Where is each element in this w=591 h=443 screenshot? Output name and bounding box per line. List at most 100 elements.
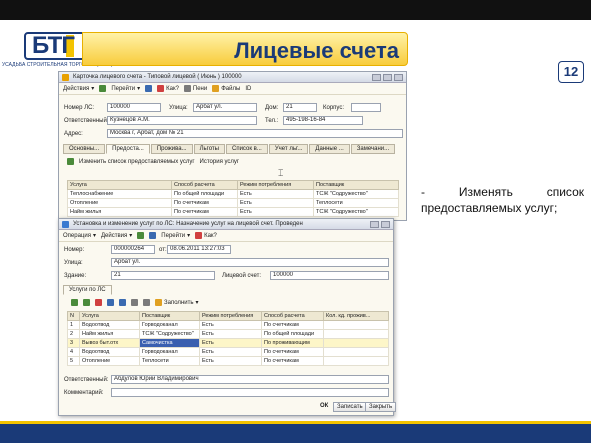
phone-label: Тел.: bbox=[265, 118, 279, 124]
sort-desc-icon[interactable] bbox=[143, 299, 150, 306]
column-header[interactable]: Кол. кд. прожив... bbox=[323, 311, 389, 321]
add-icon[interactable] bbox=[99, 85, 107, 92]
column-header[interactable]: Способ расчета bbox=[261, 311, 324, 321]
corpus-field[interactable] bbox=[351, 103, 381, 112]
window-titlebar[interactable]: Установка и изменение услуг по ЛС: Назна… bbox=[59, 219, 393, 230]
save-button[interactable]: Записать bbox=[333, 402, 367, 412]
table-row-selected[interactable]: 3 Вывоз быт.отх Самочистка Есть По проживающ… bbox=[67, 338, 389, 348]
column-header[interactable]: Режим потребления bbox=[237, 180, 314, 190]
maximize-icon[interactable] bbox=[383, 74, 392, 81]
cell: По проживающим bbox=[261, 338, 324, 348]
responsible-label: Ответственный: bbox=[64, 377, 109, 383]
table-row[interactable]: 2 Найм жилья ТСЖ "Содружество" Есть По общей… bbox=[67, 329, 389, 339]
move-up-icon[interactable] bbox=[107, 299, 114, 306]
toolbar-goto-button[interactable]: Перейти ▾ bbox=[111, 85, 140, 93]
sort-asc-icon[interactable] bbox=[131, 299, 138, 306]
toolbar-actions-button[interactable]: Действия ▾ bbox=[63, 85, 94, 93]
column-header[interactable]: Способ расчета bbox=[171, 180, 238, 190]
address-label: Адрес: bbox=[64, 131, 83, 137]
close-icon[interactable] bbox=[394, 74, 403, 81]
toolbar-goto-button[interactable]: Перейти ▾ bbox=[161, 232, 190, 240]
cell: Теплоснабжение bbox=[67, 189, 172, 199]
change-services-button[interactable]: Изменить список предоставляемых услуг bbox=[79, 159, 195, 165]
table-row[interactable]: Теплоснабжение По общей площади Есть ТСЖ "С… bbox=[67, 189, 399, 199]
table-row[interactable]: Отопление По счетчикам Есть Теплосети bbox=[67, 198, 399, 208]
window-titlebar[interactable]: Карточка лицевого счета - Типовой лицево… bbox=[59, 72, 406, 83]
minimize-icon[interactable] bbox=[370, 221, 379, 228]
toolbar-id-button[interactable]: ID bbox=[245, 86, 251, 92]
table-row[interactable]: Найм жилья По счетчикам Есть ТСЖ "Содружест… bbox=[67, 207, 399, 217]
cell: 4 bbox=[67, 347, 80, 357]
delete-row-icon[interactable] bbox=[95, 299, 102, 306]
tab-data[interactable]: Данные ... bbox=[309, 144, 350, 154]
column-header[interactable]: Услуга bbox=[79, 311, 140, 321]
column-header[interactable]: N bbox=[67, 311, 80, 321]
tab-remarks[interactable]: Замечани... bbox=[350, 144, 396, 154]
address-field[interactable]: Москва г, Арбат, дом № 21 bbox=[107, 129, 403, 138]
tab-benefits[interactable]: Льготы bbox=[193, 144, 225, 154]
active-cell[interactable]: Самочистка bbox=[139, 338, 200, 348]
table-row[interactable]: 5 Отопление Теплосети Есть По счетчикам bbox=[67, 356, 389, 366]
tab-benefit-account[interactable]: Учет льг... bbox=[268, 144, 309, 154]
tab-services[interactable]: Предоста... bbox=[106, 144, 150, 154]
logo: БТГ bbox=[24, 30, 88, 62]
minimize-icon[interactable] bbox=[372, 74, 381, 81]
tab-list[interactable]: Список в... bbox=[226, 144, 268, 154]
toolbar-help-button[interactable]: Как? bbox=[195, 232, 217, 239]
toolbar-penalty-button[interactable]: Пени bbox=[183, 85, 207, 92]
tab-main[interactable]: Основны... bbox=[63, 144, 106, 154]
account-number-label: Номер ЛС: bbox=[64, 105, 95, 111]
move-down-icon[interactable] bbox=[119, 299, 126, 306]
doc-number-label: Номер: bbox=[64, 247, 85, 253]
account-card-window: Карточка лицевого счета - Типовой лицево… bbox=[58, 71, 407, 221]
column-header[interactable]: Режим потребления bbox=[199, 311, 262, 321]
post-icon[interactable] bbox=[149, 232, 157, 239]
cell: ТСЖ "Содружество" bbox=[313, 189, 399, 199]
doc-date-field[interactable]: 08.06.2011 13:27:03 bbox=[167, 245, 231, 254]
tab-services-by-account[interactable]: Услуги по ЛС bbox=[63, 285, 112, 295]
copy-row-icon[interactable] bbox=[83, 299, 90, 306]
table-row[interactable]: 4 Водоотвод Горводоканал Есть По счетчикам bbox=[67, 347, 389, 357]
cell: Найм жилья bbox=[79, 329, 140, 339]
table-header-row: Услуга Способ расчета Режим потребления … bbox=[67, 180, 399, 190]
services-history-button[interactable]: История услуг bbox=[200, 159, 240, 165]
cell bbox=[323, 347, 389, 357]
save-icon[interactable] bbox=[137, 232, 145, 239]
column-header[interactable]: Поставщик bbox=[139, 311, 200, 321]
toolbar-files-button[interactable]: Файлы bbox=[212, 85, 240, 92]
street-field[interactable]: Арбат ул. bbox=[111, 258, 389, 267]
account-number-field[interactable]: 100000 bbox=[107, 103, 161, 112]
responsible-field[interactable]: Абдулов Юрий Владимирович bbox=[111, 375, 389, 384]
doc-number-field[interactable]: 000000264 bbox=[111, 245, 155, 254]
close-button[interactable]: Закрыть bbox=[365, 402, 397, 412]
account-field[interactable]: 100000 bbox=[270, 271, 389, 280]
edit-icon[interactable] bbox=[67, 158, 74, 165]
house-field[interactable]: 21 bbox=[283, 103, 317, 112]
close-icon[interactable] bbox=[381, 221, 390, 228]
cell: По счетчикам bbox=[261, 356, 324, 366]
text-cursor-icon: ⌶ bbox=[278, 168, 284, 178]
cell: Есть bbox=[199, 338, 262, 348]
cell bbox=[323, 329, 389, 339]
owner-field[interactable]: Кузнецов А.М. bbox=[107, 116, 257, 125]
table-row[interactable]: 1 Водоотвод Горводоканал Есть По счетчикам bbox=[67, 320, 389, 330]
page-title: Лицевые счета bbox=[234, 38, 399, 63]
comment-field[interactable] bbox=[111, 388, 389, 397]
column-header[interactable]: Поставщик bbox=[313, 180, 399, 190]
cell: По счетчикам bbox=[261, 347, 324, 357]
add-row-icon[interactable] bbox=[71, 299, 78, 306]
tab-residents[interactable]: Прожива... bbox=[150, 144, 193, 154]
toolbar: Операция ▾ Действия ▾ Перейти ▾ Как? bbox=[59, 230, 393, 242]
toolbar-help-button[interactable]: Как? bbox=[157, 85, 179, 92]
cell: Есть bbox=[237, 198, 314, 208]
ok-button[interactable]: ОК bbox=[317, 402, 331, 412]
fill-button[interactable]: Заполнить ▾ bbox=[155, 299, 198, 306]
column-header[interactable]: Услуга bbox=[67, 180, 172, 190]
toolbar-operation-button[interactable]: Операция ▾ bbox=[63, 232, 96, 240]
refresh-icon[interactable] bbox=[145, 85, 153, 92]
toolbar-actions-button[interactable]: Действия ▾ bbox=[101, 232, 132, 240]
phone-field[interactable]: 495-198-16-84 bbox=[283, 116, 363, 125]
cell: 3 bbox=[67, 338, 80, 348]
street-field[interactable]: Арбат ул. bbox=[193, 103, 257, 112]
building-field[interactable]: 21 bbox=[111, 271, 215, 280]
